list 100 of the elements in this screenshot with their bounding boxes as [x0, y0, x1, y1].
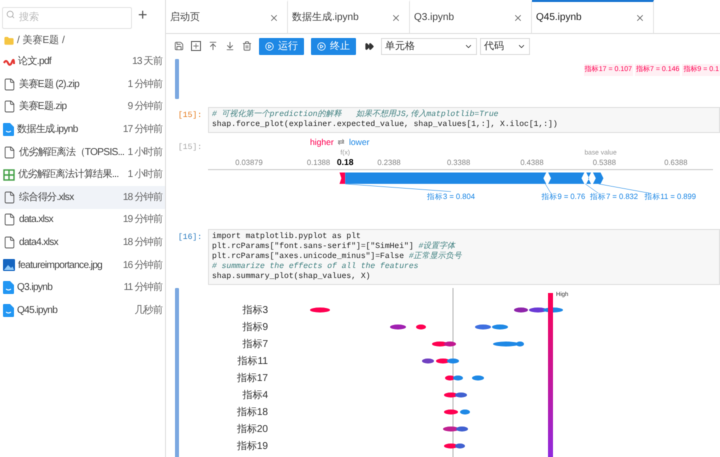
spreadsheet-icon [3, 168, 15, 181]
file-icon [3, 236, 16, 250]
file-name: featureimportance.jpg [18, 258, 104, 273]
file-modified-time: 16 分钟前 [122, 258, 162, 273]
file-icon [3, 100, 16, 114]
image-icon [3, 259, 15, 272]
code-line: shap.summary_plot(shap_values, X) [212, 272, 372, 282]
cell-collapser[interactable] [175, 59, 179, 99]
notebook-tab[interactable]: Q45.ipynb [532, 0, 654, 33]
feature-label: 指标9 [242, 320, 268, 335]
axis-tick-label: 0.03879 [235, 158, 263, 167]
file-name: 美赛E题.zip [19, 100, 68, 114]
feature-label: 指标18 [236, 406, 268, 420]
close-icon[interactable] [513, 12, 523, 22]
file-name: Q3.ipynb [17, 281, 54, 296]
search-icon [6, 10, 15, 19]
dot-cluster [444, 410, 458, 414]
feature-label: 指标19 [236, 440, 268, 454]
file-icon [3, 146, 16, 159]
play-icon [265, 42, 274, 50]
breadcrumb[interactable]: / 美赛E题 / [17, 33, 65, 48]
code-cell[interactable]: # 可视化第一个prediction的解释 如果不想用JS,传入matplotlib=True shap.force_plot(explainer.expected_value, shap_values[1,:], X.iloc[1,:]) [208, 107, 720, 133]
lower-label: lower [349, 136, 370, 147]
run-button[interactable]: 运行 [259, 38, 304, 54]
axis-tick-label: 0.6388 [664, 158, 688, 167]
arrows-label: ⇄ [337, 136, 346, 147]
move-down-icon[interactable] [225, 41, 235, 51]
save-icon[interactable] [174, 41, 184, 51]
file-row[interactable]: Q45.ipynb 几秒前 [0, 299, 165, 322]
folder-icon [4, 36, 14, 46]
cell-type-select[interactable]: 代码 [480, 38, 530, 54]
notebook-tab[interactable]: 数据生成.ipynb [288, 0, 410, 33]
file-row[interactable]: featureimportance.jpg 16 分钟前 [0, 254, 165, 276]
code-line: import matplotlib.pyplot as plt [212, 232, 362, 242]
tab-label: 数据生成.ipynb [292, 10, 359, 25]
feature-label: 指标3 [242, 304, 268, 318]
axis-tick-label: 0.5388 [592, 158, 616, 167]
file-name: 综合得分.xlsx [19, 190, 75, 205]
close-icon[interactable] [269, 12, 279, 22]
notebook-icon [3, 304, 14, 317]
file-row[interactable]: 优劣解距离法计算结果... 1 小时前 [0, 163, 165, 186]
file-modified-time: 19 分钟前 [122, 212, 162, 228]
file-row[interactable]: 论文.pdf 13 天前 [0, 50, 165, 74]
code-line: shap.force_plot(explainer.expected_value, shap_values[1,:], X.iloc[1,:]) [212, 120, 559, 130]
file-modified-time: 18 分钟前 [122, 236, 162, 250]
code-line: plt.rcParams["axes.unicode_minus"]=False #正常显示负号 [212, 252, 463, 262]
cell-select[interactable]: 单元格 [381, 38, 477, 54]
file-modified-time: 9 分钟前 [128, 100, 162, 114]
file-row[interactable]: 美赛E题 (2).zip 1 分钟前 [0, 73, 165, 96]
feature-label: 指标7 [242, 338, 268, 352]
axis-tick-label: 0.3388 [446, 158, 470, 167]
file-icon [3, 213, 16, 226]
new-button[interactable]: + [138, 8, 148, 24]
file-modified-time: 几秒前 [134, 304, 162, 318]
file-row[interactable]: data.xlsx 19 分钟前 [0, 208, 165, 232]
cell-collapser[interactable] [175, 288, 179, 457]
file-row[interactable]: 美赛E题.zip 9 分钟前 [0, 96, 165, 118]
close-icon[interactable] [391, 12, 401, 22]
file-modified-time: 17 分钟前 [122, 122, 162, 138]
file-icon [3, 78, 16, 91]
run-all-icon[interactable] [365, 42, 374, 50]
file-row[interactable]: 数据生成.ipynb 17 分钟前 [0, 118, 165, 141]
feature-value-label: 指标3 = 0.804 [427, 192, 475, 202]
feature-value-label: 指标11 = 0.899 [644, 192, 696, 202]
dot-cluster [390, 324, 406, 330]
stop-button[interactable]: 终止 [311, 38, 356, 54]
file-name: 优劣解距离法（TOPSIS... [19, 146, 125, 160]
file-row[interactable]: 综合得分.xlsx 18 分钟前 [0, 186, 165, 209]
add-cell-icon[interactable] [191, 41, 201, 51]
code-line: plt.rcParams["font.sans-serif"]=["SimHei"] #设置字体 [212, 242, 457, 252]
file-modified-time: 13 天前 [132, 55, 162, 70]
higher-label: higher [310, 136, 334, 147]
delete-icon[interactable] [242, 41, 252, 51]
file-icon [3, 190, 16, 204]
file-name: data4.xlsx [19, 236, 60, 250]
move-up-icon[interactable] [208, 41, 218, 51]
code-cell[interactable] [208, 229, 720, 285]
feature-label: 指标4 [242, 388, 268, 403]
file-row[interactable]: 优劣解距离法（TOPSIS... 1 小时前 [0, 140, 165, 164]
close-icon[interactable] [635, 12, 645, 22]
file-name: 优劣解距离法计算结果... [18, 168, 120, 182]
feature-value-label: 指标7 = 0.832 [590, 192, 638, 202]
axis-tick-label: 0.2388 [377, 158, 401, 167]
file-name: data.xlsx [19, 213, 54, 228]
file-row[interactable]: Q3.ipynb 11 分钟前 [0, 276, 165, 300]
notebook-icon [3, 123, 14, 136]
code-line: # 可视化第一个prediction的解释 如果不想用JS,传入matplotlib=True [212, 110, 500, 120]
notebook-tab[interactable]: 启动页 [166, 0, 288, 33]
tab-label: Q45.ipynb [536, 11, 582, 25]
dot-cluster [422, 358, 434, 364]
file-row[interactable]: data4.xlsx 18 分钟前 [0, 231, 165, 254]
feature-label: 指标20 [236, 422, 268, 437]
file-modified-time: 18 分钟前 [122, 190, 162, 205]
file-name: 美赛E题 (2).zip [19, 78, 80, 92]
search-field[interactable]: 搜索 [2, 6, 132, 28]
notebook-icon [3, 281, 14, 294]
file-name: 数据生成.ipynb [17, 122, 79, 138]
input-prompt: [16]: [178, 232, 204, 244]
feature-label: 指标11 [238, 354, 268, 369]
tab-label: 启动页 [170, 10, 200, 25]
